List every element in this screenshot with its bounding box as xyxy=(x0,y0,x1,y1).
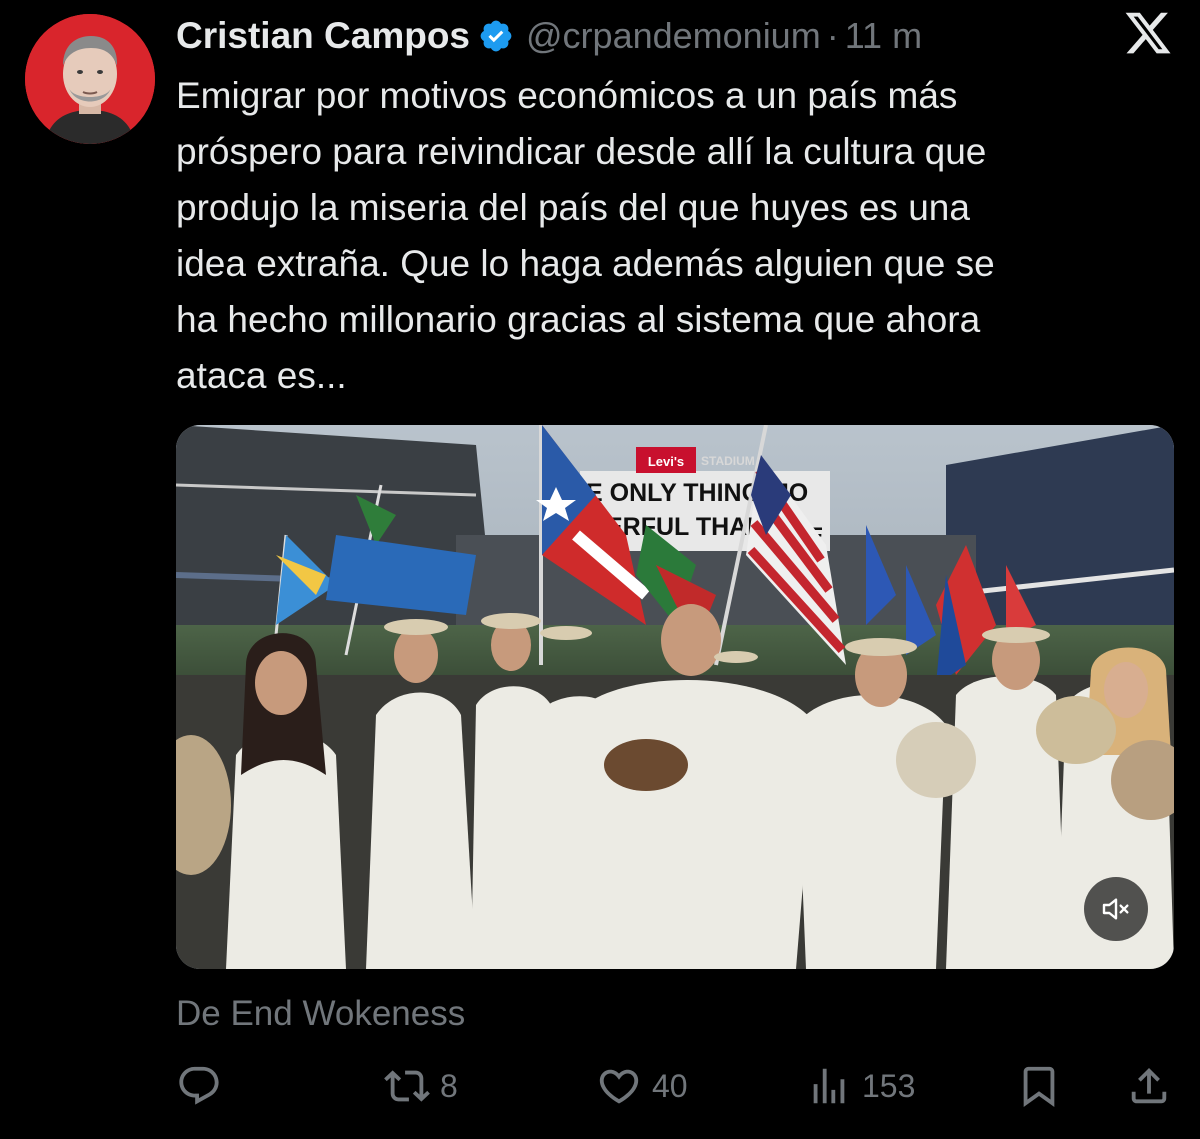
scoreboard-stadium: STADIUM xyxy=(701,454,755,468)
share-icon xyxy=(1131,1067,1167,1104)
views-count: 153 xyxy=(862,1067,916,1104)
tweet-header: Cristian Campos @crpandemonium · 11 m xyxy=(176,12,1076,60)
avatar[interactable] xyxy=(25,14,155,144)
share-button[interactable] xyxy=(1126,1058,1172,1114)
like-button[interactable]: 40 xyxy=(596,1058,688,1114)
heart-icon xyxy=(599,1069,639,1104)
tweet-text-line: Emigrar por motivos económicos a un país… xyxy=(176,75,958,116)
tweet-text-line: idea extraña. Que lo haga además alguien… xyxy=(176,243,995,284)
x-logo-icon[interactable] xyxy=(1123,8,1173,58)
retweet-count: 8 xyxy=(440,1067,458,1104)
bookmark-button[interactable] xyxy=(1016,1058,1062,1114)
video-frame: Levi's STADIUM E ONLY THING MO ERFUL THA… xyxy=(176,425,1174,969)
action-bar: 8 40 153 xyxy=(176,1058,1174,1114)
tweet-timestamp[interactable]: 11 m xyxy=(845,15,922,57)
retweet-icon xyxy=(384,1070,430,1102)
bookmark-icon xyxy=(1023,1066,1055,1107)
separator-dot: · xyxy=(826,15,839,56)
author-name[interactable]: Cristian Campos xyxy=(176,15,470,57)
author-handle[interactable]: @crpandemonium xyxy=(526,15,821,57)
tweet-text-line: ha hecho millonario gracias al sistema q… xyxy=(176,299,981,340)
retweet-button[interactable]: 8 xyxy=(384,1058,458,1114)
views-button[interactable]: 153 xyxy=(806,1058,915,1114)
tweet-text: Emigrar por motivos económicos a un país… xyxy=(176,68,1166,404)
video-player[interactable]: Levi's STADIUM E ONLY THING MO ERFUL THA… xyxy=(176,425,1174,969)
scoreboard-brand: Levi's xyxy=(648,454,684,469)
views-icon xyxy=(813,1068,845,1104)
video-source-attribution[interactable]: De End Wokeness xyxy=(176,994,465,1034)
avatar-portrait xyxy=(25,14,155,144)
tweet-text-line: produjo la miseria del país del que huye… xyxy=(176,187,970,228)
speaker-muted-icon xyxy=(1102,898,1129,920)
verified-badge-icon xyxy=(478,18,514,54)
like-count: 40 xyxy=(652,1067,688,1104)
reply-button[interactable] xyxy=(176,1058,222,1114)
mute-button[interactable] xyxy=(1084,877,1148,941)
reply-icon xyxy=(179,1066,219,1105)
tweet-text-line: ataca es... xyxy=(176,355,347,396)
tweet-text-line: próspero para reivindicar desde allí la … xyxy=(176,131,987,172)
